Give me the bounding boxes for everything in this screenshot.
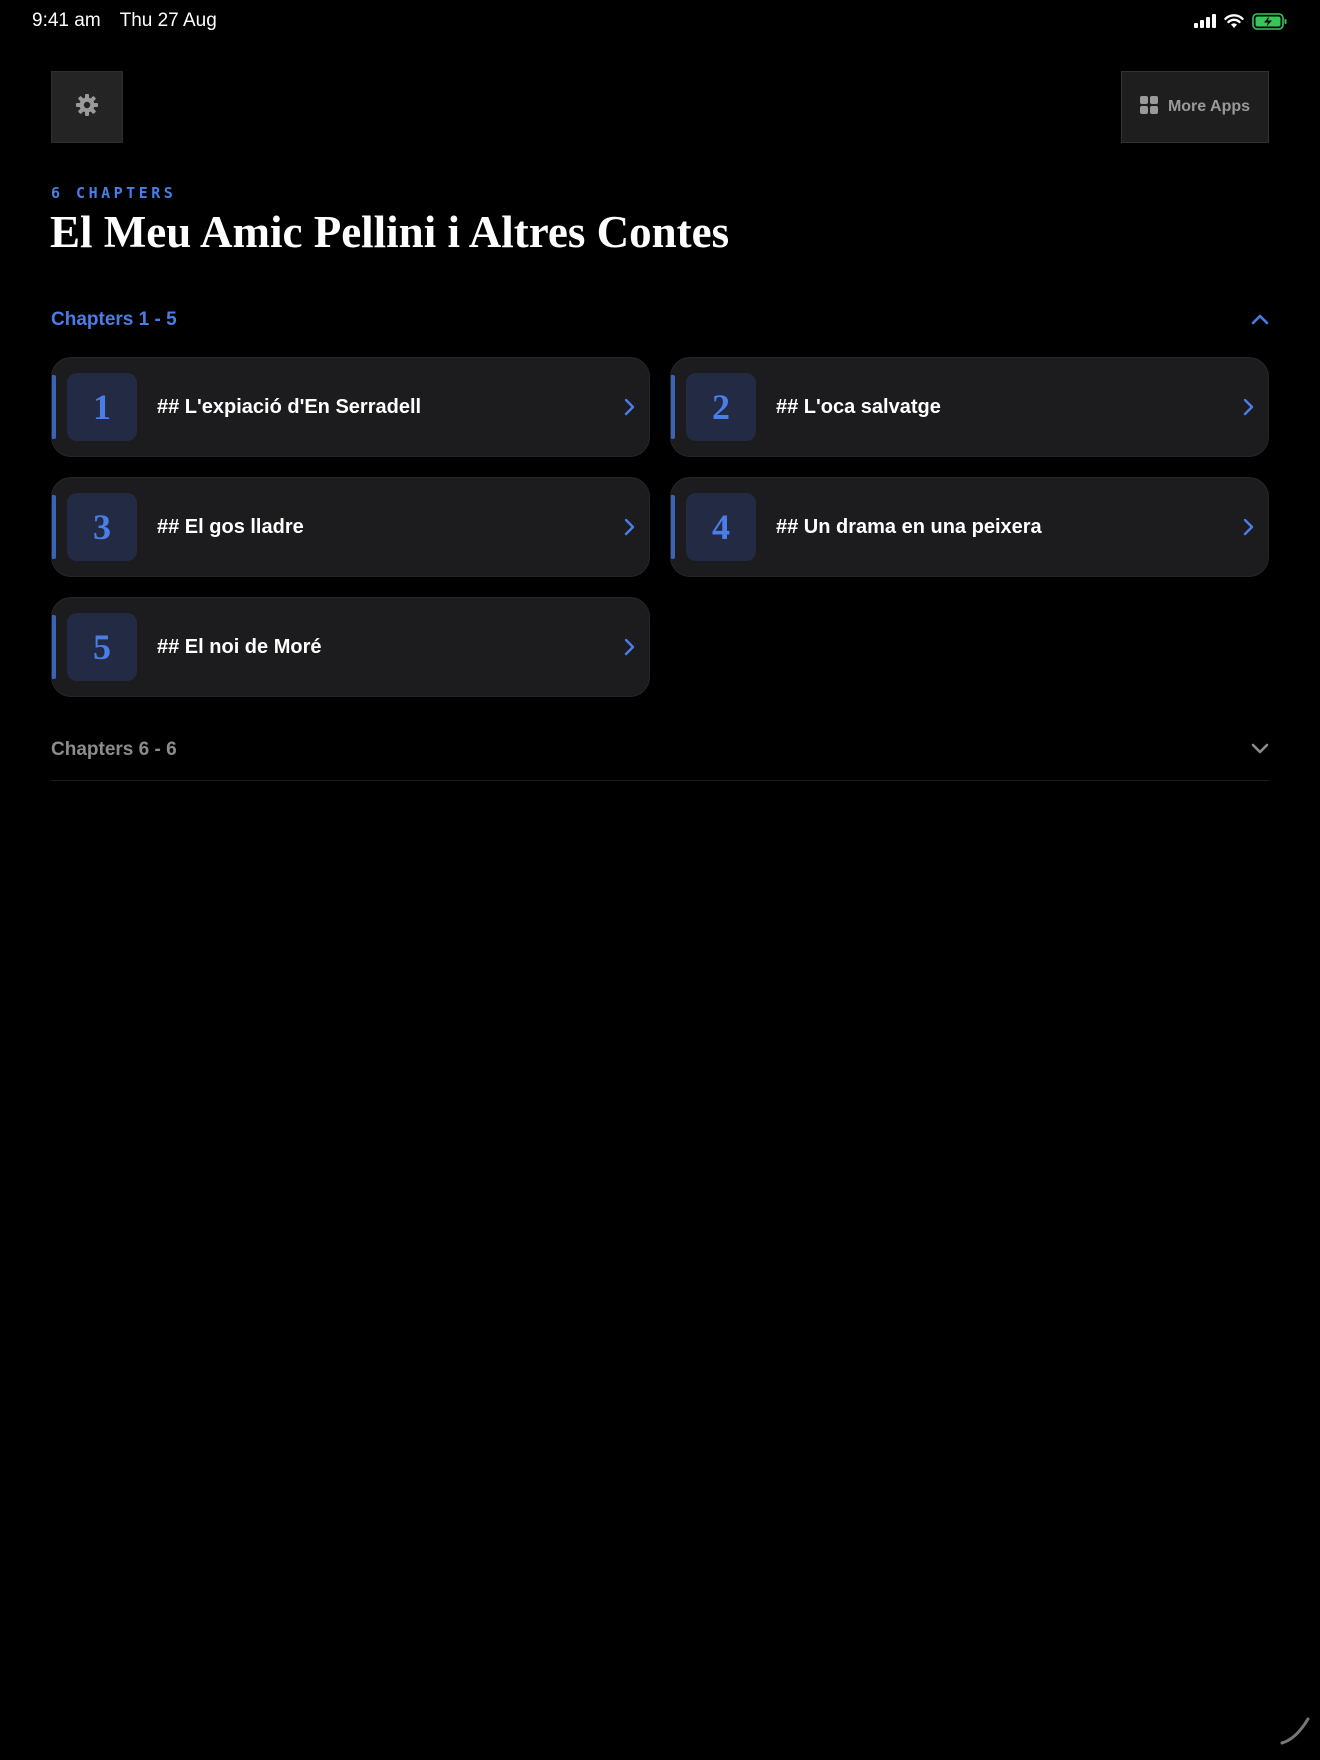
chevron-right-icon	[623, 638, 635, 656]
section-label: Chapters 1 - 5	[51, 309, 177, 330]
chevron-right-icon	[623, 398, 635, 416]
chapter-title: ## L'oca salvatge	[776, 395, 941, 418]
chapter-card-4[interactable]: 4 ## Un drama en una peixera	[670, 477, 1269, 577]
chapter-number: 1	[67, 373, 137, 441]
chevron-down-icon	[1251, 739, 1269, 761]
status-right	[1194, 12, 1288, 30]
chapter-count: 6 CHAPTERS	[51, 184, 177, 202]
chevron-right-icon	[623, 518, 635, 536]
grid-icon	[1139, 95, 1158, 119]
more-apps-label: More Apps	[1167, 98, 1251, 115]
section-header-chapters-1-5[interactable]: Chapters 1 - 5	[51, 300, 1269, 340]
chapter-number: 2	[686, 373, 756, 441]
chapter-number: 4	[686, 493, 756, 561]
settings-button[interactable]	[51, 71, 123, 143]
chapter-title: ## L'expiació d'En Serradell	[157, 395, 422, 418]
chapter-title: ## El gos lladre	[157, 515, 304, 538]
chapter-card-3[interactable]: 3 ## El gos lladre	[51, 477, 650, 577]
battery-charging-icon	[1252, 12, 1288, 30]
chevron-right-icon	[1242, 518, 1254, 536]
chapter-grid: 1 ## L'expiació d'En Serradell 2 ## L'oc…	[51, 357, 1269, 697]
status-date: Thu 27 Aug	[119, 10, 217, 31]
gear-icon	[75, 93, 99, 122]
card-accent	[52, 375, 56, 439]
more-apps-button[interactable]: More Apps	[1121, 71, 1269, 143]
chapter-title: ## El noi de Moré	[157, 635, 322, 658]
chevron-up-icon	[1251, 309, 1269, 331]
card-accent	[52, 615, 56, 679]
chapter-card-1[interactable]: 1 ## L'expiació d'En Serradell	[51, 357, 650, 457]
card-accent	[671, 375, 675, 439]
status-bar: 9:41 am Thu 27 Aug	[0, 0, 1320, 42]
chapter-card-2[interactable]: 2 ## L'oca salvatge	[670, 357, 1269, 457]
page: 9:41 am Thu 27 Aug More Apps 6 CHAPTERS …	[0, 0, 1320, 1760]
status-left: 9:41 am Thu 27 Aug	[32, 10, 231, 32]
chevron-right-icon	[1242, 398, 1254, 416]
cellular-signal-icon	[1194, 14, 1216, 28]
wifi-icon	[1224, 13, 1244, 29]
chapter-card-5[interactable]: 5 ## El noi de Moré	[51, 597, 650, 697]
pencil-hover-indicator	[1278, 1713, 1312, 1752]
card-accent	[671, 495, 675, 559]
section-header-chapters-6-6[interactable]: Chapters 6 - 6	[51, 730, 1269, 770]
card-accent	[52, 495, 56, 559]
chapter-number: 3	[67, 493, 137, 561]
status-time: 9:41 am	[32, 10, 101, 31]
section-label: Chapters 6 - 6	[51, 739, 177, 760]
chapter-number: 5	[67, 613, 137, 681]
section-divider	[51, 780, 1269, 781]
chapter-title: ## Un drama en una peixera	[776, 515, 1042, 538]
book-title: El Meu Amic Pellini i Altres Contes	[50, 207, 730, 257]
